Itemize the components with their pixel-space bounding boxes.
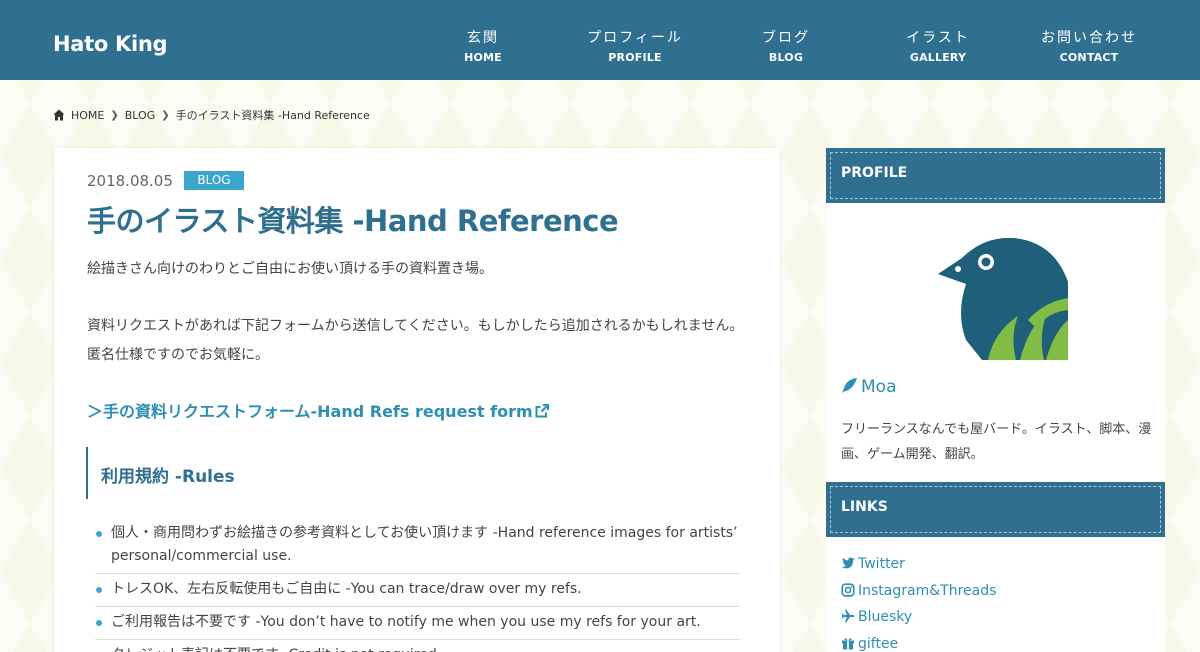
nav-label-en: CONTACT (1059, 51, 1119, 64)
nav-item-blog[interactable]: ブログ BLOG (716, 28, 856, 68)
author-name: Moa (861, 377, 897, 397)
rules-heading: 利用規約 -Rules (101, 467, 235, 487)
author-bio: フリーランスなんでも屋バード。イラスト、脚本、漫画、ゲーム開発、翻訳。 (841, 422, 1152, 462)
chevron-right-icon: ❯ (161, 109, 170, 121)
nav-label-en: PROFILE (608, 51, 662, 64)
link-label: Instagram&Threads (858, 583, 997, 599)
rules-list: 個人・商用問わずお絵描きの参考資料としてお使い頂けます -Hand refere… (95, 518, 740, 652)
breadcrumb-blog[interactable]: BLOG (125, 109, 155, 122)
link-twitter[interactable]: Twitter (841, 556, 905, 572)
nav-item-contact[interactable]: お問い合わせ CONTACT (1019, 28, 1159, 68)
post-intro: 絵描きさん向けのわりとご自由にお使い頂ける手の資料置き場。 (87, 261, 493, 277)
rule-item: トレスOK、左右反転使用もご自由に -You can trace/draw ov… (95, 574, 740, 607)
chevron-right-icon: ❯ (110, 109, 119, 121)
gift-icon (842, 638, 854, 650)
post-request-text: 資料リクエストがあれば下記フォームから送信してください。もしかしたら追加されるか… (87, 318, 744, 363)
link-label: Bluesky (858, 609, 913, 625)
profile-widget-header: PROFILE (826, 148, 1165, 203)
site-header: Hato King 玄関 HOME プロフィール PROFILE ブログ BLO… (0, 0, 1200, 80)
nav-label-jp: ブログ (762, 30, 810, 46)
request-form-link-label: ＞手の資料リクエストフォーム-Hand Refs request form (87, 402, 533, 421)
breadcrumb-current: 手のイラスト資料集 -Hand Reference (175, 109, 370, 122)
rules-heading-box: 利用規約 -Rules (86, 447, 740, 499)
twitter-icon (841, 557, 855, 569)
breadcrumb: HOME ❯ BLOG ❯ 手のイラスト資料集 -Hand Reference (53, 106, 370, 124)
nav-label-en: BLOG (768, 51, 804, 64)
global-nav: 玄関 HOME プロフィール PROFILE ブログ BLOG イラスト GAL… (0, 28, 1200, 72)
quill-icon (842, 378, 857, 393)
profile-heading: PROFILE (841, 165, 908, 181)
external-link-icon (535, 404, 549, 418)
nav-label-jp: お問い合わせ (1041, 30, 1137, 46)
rule-item: 個人・商用問わずお絵描きの参考資料としてお使い頂けます -Hand refere… (95, 518, 740, 574)
nav-label-en: GALLERY (909, 51, 967, 64)
link-giftee[interactable]: giftee (841, 636, 898, 652)
request-form-link[interactable]: ＞手の資料リクエストフォーム-Hand Refs request form (87, 398, 549, 422)
nav-label-jp: プロフィール (587, 30, 683, 46)
nav-label-en: HOME (464, 51, 502, 64)
author-name-link[interactable]: Moa (841, 377, 897, 397)
nav-item-profile[interactable]: プロフィール PROFILE (565, 28, 705, 68)
plane-icon (841, 609, 855, 623)
rule-item: ご利用報告は不要です -You don’t have to notify me … (95, 607, 740, 640)
link-bluesky[interactable]: Bluesky (841, 609, 912, 625)
post-date: 2018.08.05 (87, 172, 173, 190)
nav-label-jp: イラスト (906, 30, 970, 46)
article-card: 2018.08.05 BLOG 手のイラスト資料集 -Hand Referenc… (54, 148, 780, 652)
post-title: 手のイラスト資料集 -Hand Reference (87, 204, 619, 238)
rule-item: クレジット表記は不要です -Credit is not required. (95, 640, 740, 652)
links-heading: LINKS (841, 499, 888, 515)
home-icon (53, 109, 65, 121)
link-instagram[interactable]: Instagram&Threads (841, 583, 996, 599)
link-label: giftee (858, 636, 899, 652)
links-widget-header: LINKS (826, 482, 1165, 537)
breadcrumb-home[interactable]: HOME (71, 109, 104, 122)
nav-item-gallery[interactable]: イラスト GALLERY (868, 28, 1008, 68)
nav-label-jp: 玄関 (467, 30, 499, 46)
nav-item-home[interactable]: 玄関 HOME (413, 28, 553, 68)
pigeon-avatar (938, 237, 1068, 360)
link-label: Twitter (858, 556, 905, 572)
category-badge[interactable]: BLOG (184, 171, 244, 190)
instagram-icon (841, 583, 855, 597)
